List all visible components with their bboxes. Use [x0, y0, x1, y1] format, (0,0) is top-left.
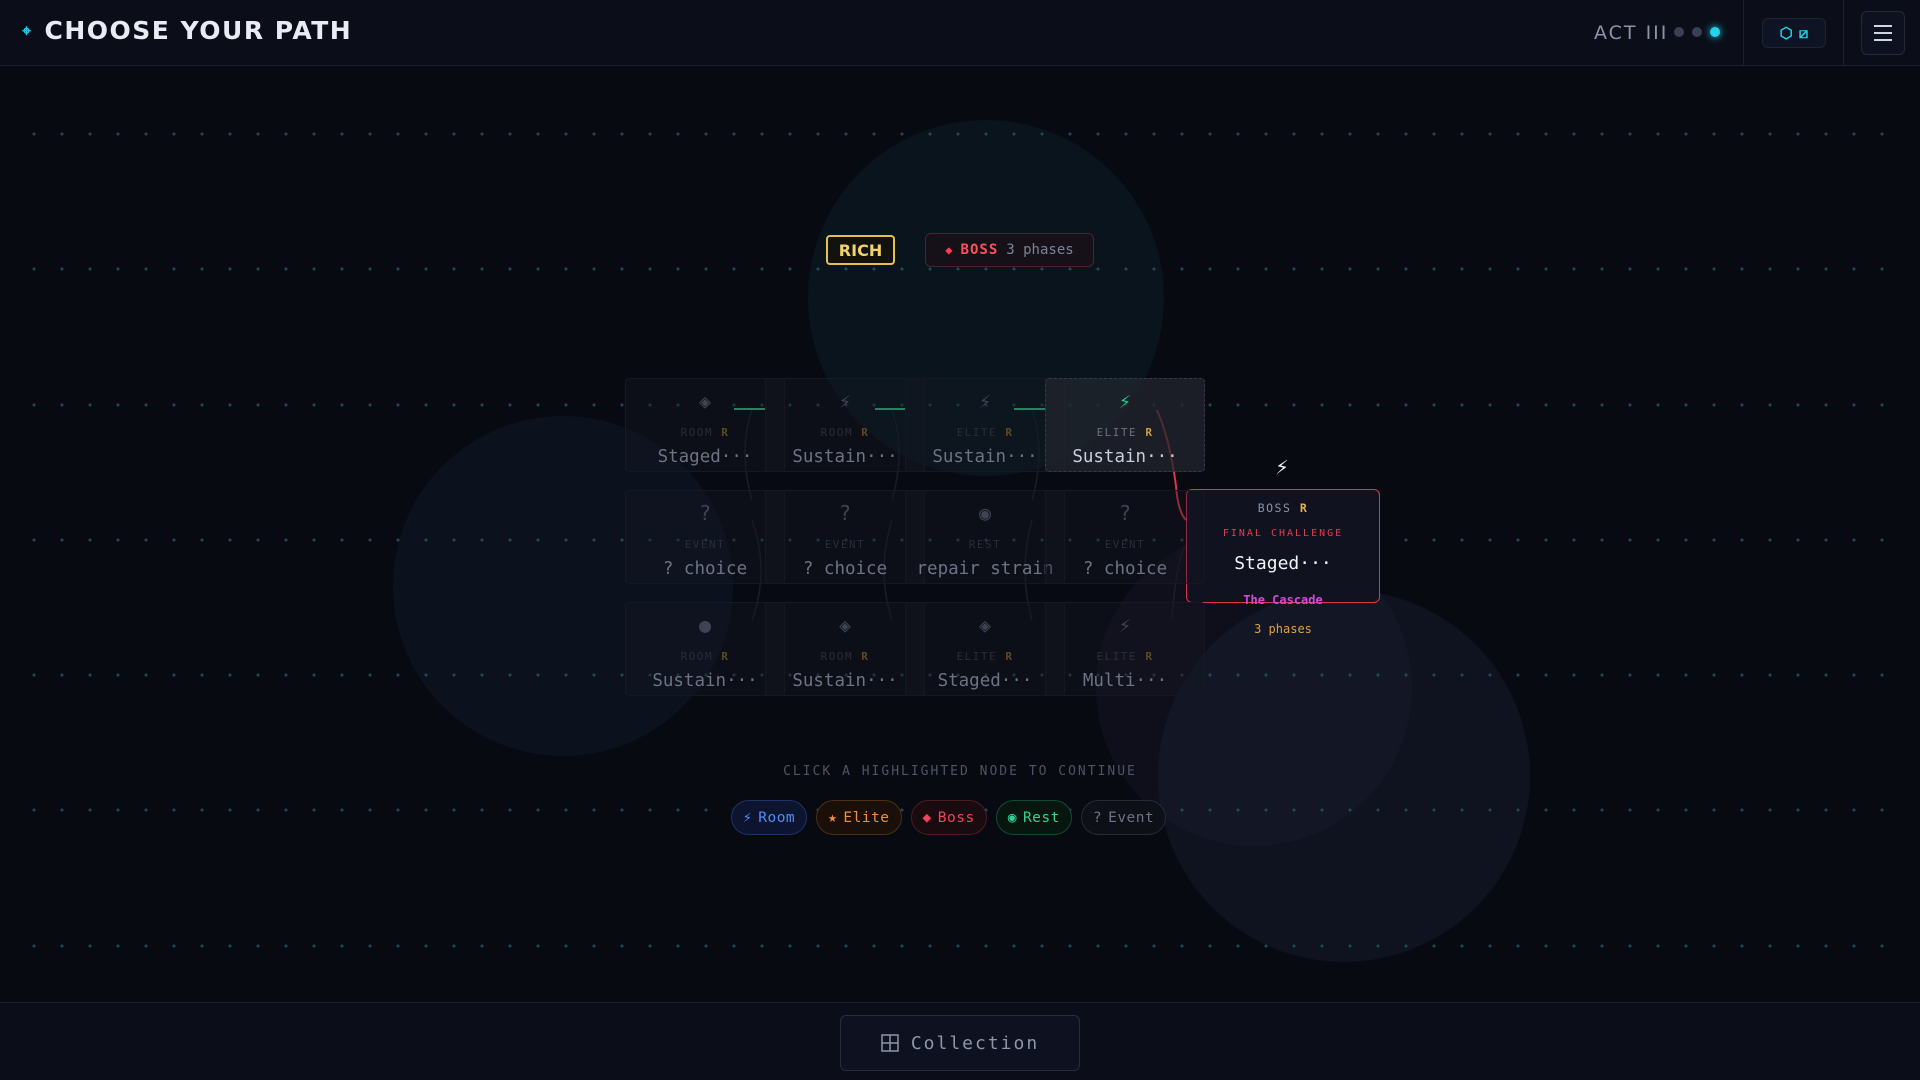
node-type: ELITE R — [956, 650, 1014, 663]
node-type: ROOM R — [820, 426, 870, 439]
map-node[interactable]: ? EVENT ? choice — [765, 490, 925, 584]
legend-label: Elite — [843, 809, 890, 826]
node-type: EVENT — [1104, 538, 1146, 551]
collection-label: Collection — [910, 1032, 1040, 1054]
map-node[interactable]: ⚡ ROOM R Sustain··· — [765, 378, 925, 472]
map-node[interactable]: ◈ ROOM R Staged··· — [625, 378, 785, 472]
legend-rest: ◉ Rest — [995, 800, 1072, 835]
node-name: repair strain — [916, 559, 1054, 579]
diamond-icon: ◈ — [698, 389, 712, 413]
node-name: Sustain··· — [792, 447, 898, 467]
map-node[interactable]: ⚡ ELITE R Sustain··· — [905, 378, 1065, 472]
boss-subtitle: The Cascade — [1243, 593, 1323, 607]
target-icon: ◉ — [978, 501, 992, 525]
node-type: ELITE R — [1096, 650, 1154, 663]
node-name: Sustain··· — [792, 671, 898, 691]
node-name: ? choice — [802, 559, 888, 579]
boss-phases: 3 phases — [1254, 622, 1312, 636]
map-node[interactable]: ? EVENT ? choice — [1045, 490, 1205, 584]
bolt-icon: ⚡ — [1118, 389, 1132, 413]
boss-node[interactable]: BOSS R FINAL CHALLENGE Staged··· The Cas… — [1186, 489, 1380, 607]
legend-event: ? Event — [1080, 800, 1167, 835]
bolt-icon: ⚡ — [1118, 613, 1132, 637]
bolt-icon: ⚡ — [838, 389, 852, 413]
node-type: EVENT — [824, 538, 866, 551]
question-icon: ? — [1118, 501, 1132, 525]
map-node[interactable]: ◈ ELITE R Staged··· — [905, 602, 1065, 696]
node-name: Staged··· — [1234, 553, 1332, 574]
node-type: REST — [968, 538, 1002, 551]
node-type: ELITE R — [1096, 426, 1154, 439]
path-map: ⚡ BOSS R FINAL CHALLENGE Staged··· The C… — [0, 0, 1920, 1080]
legend-label: Boss — [937, 809, 975, 826]
target-icon: ◉ — [1007, 809, 1017, 826]
final-challenge-tag: FINAL CHALLENGE — [1222, 528, 1344, 539]
node-name: ? choice — [1082, 559, 1168, 579]
legend-elite: ★ Elite — [816, 800, 902, 835]
question-icon: ? — [1092, 809, 1103, 826]
diamond-icon: ◈ — [838, 613, 852, 637]
gem-icon: ◆ — [922, 809, 932, 826]
dot-icon: ● — [698, 613, 712, 637]
node-name: Sustain··· — [1072, 447, 1178, 467]
legend-label: Event — [1108, 809, 1155, 826]
node-type: ROOM R — [680, 650, 730, 663]
grid-icon — [881, 1034, 899, 1052]
bolt-icon: ⚡ — [743, 809, 753, 826]
node-name: Sustain··· — [932, 447, 1038, 467]
collection-button[interactable]: Collection — [840, 1015, 1080, 1071]
legend-label: Rest — [1022, 809, 1060, 826]
question-icon: ? — [698, 501, 712, 525]
bolt-icon: ⚡ — [978, 389, 992, 413]
map-node[interactable]: ● ROOM R Sustain··· — [625, 602, 785, 696]
node-type: EVENT — [684, 538, 726, 551]
node-name: ? choice — [662, 559, 748, 579]
legend-boss: ◆ Boss — [910, 800, 987, 835]
node-name: Sustain··· — [652, 671, 758, 691]
node-type: ELITE R — [956, 426, 1014, 439]
map-node[interactable]: ◈ ROOM R Sustain··· — [765, 602, 925, 696]
legend-room: ⚡ Room — [731, 800, 808, 835]
node-type: ROOM R — [820, 650, 870, 663]
node-type: ROOM R — [680, 426, 730, 439]
bolt-icon: ⚡ — [1275, 455, 1289, 480]
map-node[interactable]: ⚡ ELITE R Multi··· — [1045, 602, 1205, 696]
question-icon: ? — [838, 501, 852, 525]
map-node[interactable]: ◉ REST repair strain — [905, 490, 1065, 584]
diamond-icon: ◈ — [978, 613, 992, 637]
map-node[interactable]: ? EVENT ? choice — [625, 490, 785, 584]
instruction-text: CLICK A HIGHLIGHTED NODE TO CONTINUE — [783, 764, 1137, 779]
node-name: Staged··· — [657, 447, 753, 467]
map-node[interactable]: ⚡ ELITE R Sustain··· — [1045, 378, 1205, 472]
legend-label: Room — [758, 809, 796, 826]
node-name: Staged··· — [937, 671, 1033, 691]
node-legend: ⚡ Room ★ Elite ◆ Boss ◉ Rest? Event — [731, 800, 1167, 835]
node-name: Multi··· — [1082, 671, 1168, 691]
bottom-bar: Collection — [0, 1002, 1920, 1080]
node-type: BOSS R — [1257, 501, 1309, 515]
star-icon: ★ — [828, 809, 838, 826]
